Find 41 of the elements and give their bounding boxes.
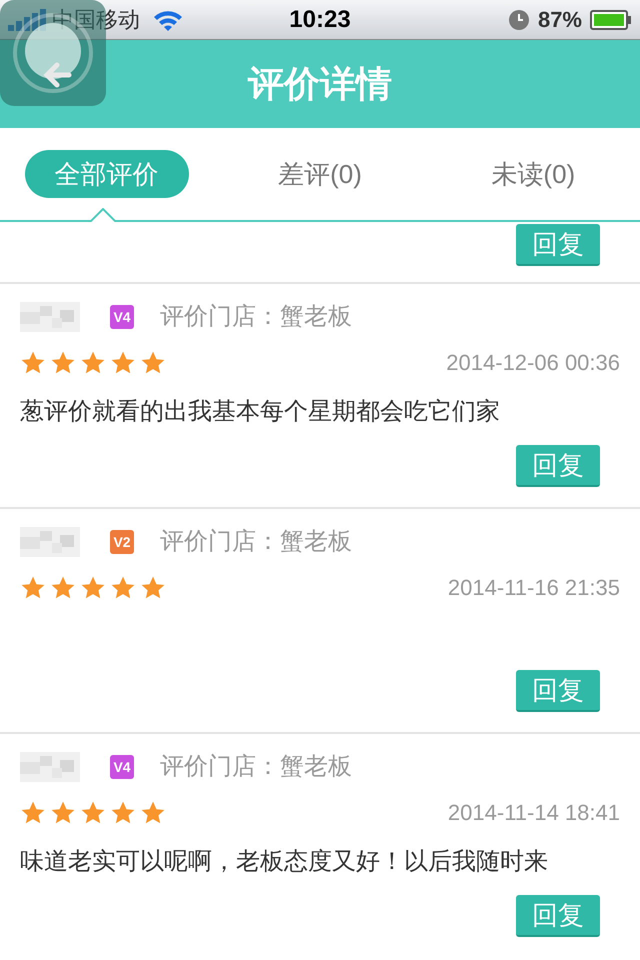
level-badge: V4	[110, 305, 134, 329]
clock-icon	[508, 8, 530, 30]
reply-button[interactable]: 回复	[516, 895, 600, 937]
star-icon	[20, 574, 46, 600]
review-time: 2014-11-14 18:41	[448, 799, 620, 827]
blurred-name	[20, 752, 80, 782]
star-icon	[110, 350, 136, 376]
reply-button[interactable]: 回复	[516, 224, 600, 266]
star-icon	[110, 800, 136, 826]
page-title: 评价详情	[248, 62, 392, 106]
battery-percent: 87%	[538, 6, 582, 34]
level-badge: V4	[110, 755, 134, 779]
reply-button[interactable]: 回复	[516, 445, 600, 487]
filter-tab[interactable]: 差评(0)	[258, 150, 382, 198]
store-label: 评价门店：蟹老板	[160, 527, 352, 557]
store-label: 评价门店：蟹老板	[160, 752, 352, 782]
star-icon	[50, 350, 76, 376]
store-label: 评价门店：蟹老板	[160, 302, 352, 332]
reply-button[interactable]: 回复	[516, 670, 600, 712]
review-text: 味道老实可以呢啊，老板态度又好！以后我随时来	[20, 847, 548, 877]
star-icon	[20, 800, 46, 826]
review-time: 2014-11-16 21:35	[448, 574, 620, 602]
filter-tab[interactable]: 全部评价	[24, 150, 189, 198]
star-icon	[140, 350, 166, 376]
blurred-name	[20, 302, 80, 332]
star-icon	[80, 800, 106, 826]
star-icon	[20, 350, 46, 376]
clock-time: 10:23	[289, 4, 351, 34]
star-icon	[80, 350, 106, 376]
level-badge: V2	[110, 530, 134, 554]
star-icon	[50, 574, 76, 600]
blurred-name	[20, 527, 80, 557]
star-icon	[140, 574, 166, 600]
review-time: 2014-12-06 00:36	[446, 349, 620, 377]
star-icon	[50, 800, 76, 826]
filter-tab[interactable]: 未读(0)	[471, 150, 596, 198]
star-icon	[140, 800, 166, 826]
star-icon	[80, 574, 106, 600]
star-icon	[110, 574, 136, 600]
review-text: 葱评价就看的出我基本每个星期都会吃它们家	[20, 397, 500, 427]
battery-icon	[590, 8, 632, 30]
